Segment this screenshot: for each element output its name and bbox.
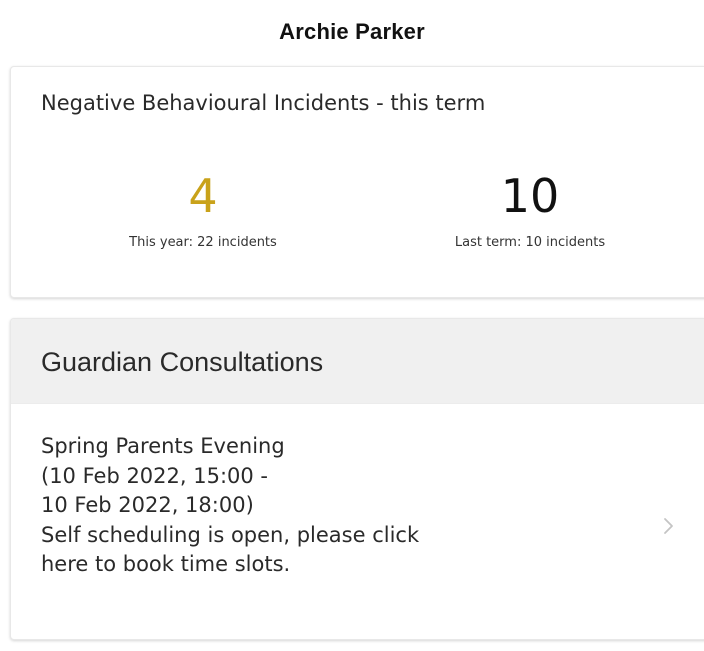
- consultations-card: Guardian Consultations Spring Parents Ev…: [10, 318, 704, 640]
- consultation-details: Spring Parents Evening (10 Feb 2022, 15:…: [41, 432, 561, 580]
- consultation-booking-note: Self scheduling is open, please click: [41, 522, 420, 547]
- last-term-caption: Last term: 10 incidents: [454, 235, 606, 250]
- this-term-count: 4: [188, 169, 218, 223]
- last-term-count: 10: [500, 169, 560, 223]
- consultation-list-item[interactable]: Spring Parents Evening (10 Feb 2022, 15:…: [11, 404, 704, 639]
- consultations-title: Guardian Consultations: [41, 347, 324, 377]
- this-term-stat: 4 This year: 22 incidents: [73, 167, 333, 250]
- this-year-caption: This year: 22 incidents: [129, 235, 277, 250]
- page-title: Archie Parker: [279, 19, 425, 44]
- consultation-booking-note-cont: here to book time slots.: [41, 552, 291, 576]
- consultation-event-name: Spring Parents Evening: [41, 434, 285, 458]
- consultation-end-time: 10 Feb 2022, 18:00): [41, 493, 254, 517]
- consultations-header: Guardian Consultations: [11, 319, 704, 404]
- page-header: Archie Parker: [0, 0, 704, 64]
- behaviour-card-title: Negative Behavioural Incidents - this te…: [41, 91, 486, 115]
- chevron-right-icon[interactable]: [661, 514, 677, 538]
- last-term-stat: 10 Last term: 10 incidents: [400, 167, 660, 250]
- behaviour-card: Negative Behavioural Incidents - this te…: [10, 66, 704, 298]
- consultation-start-time: (10 Feb 2022, 15:00 -: [41, 463, 269, 488]
